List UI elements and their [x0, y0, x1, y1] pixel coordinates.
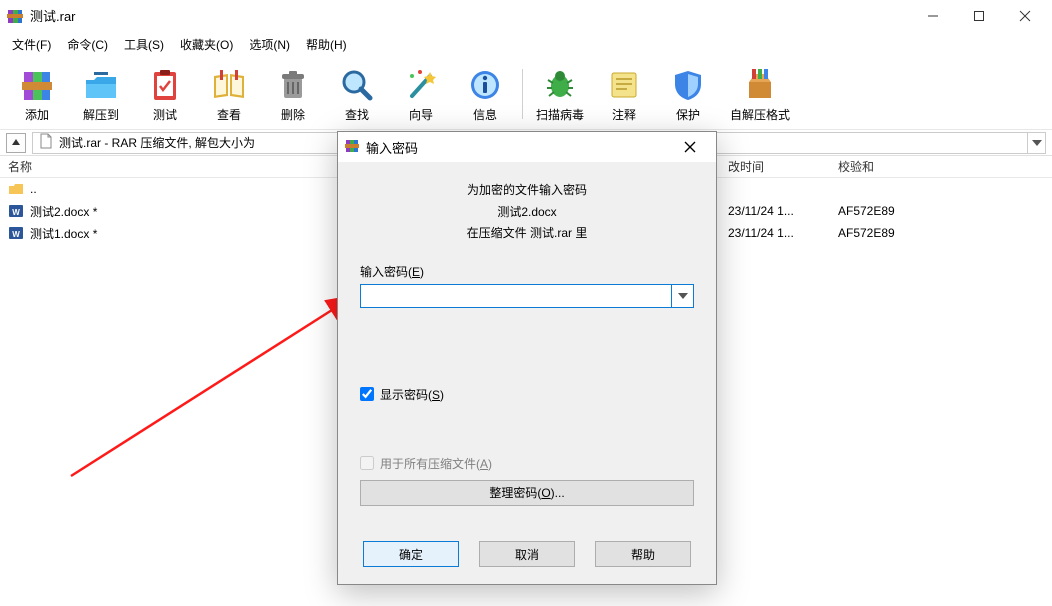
- file-crc: AF572E89: [830, 226, 960, 240]
- titlebar: 测试.rar: [0, 0, 1052, 32]
- tool-wizard[interactable]: 向导: [390, 60, 452, 128]
- help-button[interactable]: 帮助: [595, 541, 691, 567]
- col-name[interactable]: 名称: [0, 158, 340, 175]
- info-icon: [464, 66, 506, 104]
- file-time: 23/11/24 1...: [720, 226, 830, 240]
- tool-virus-label: 扫描病毒: [536, 106, 584, 123]
- shield-icon: [667, 66, 709, 104]
- show-password-checkbox[interactable]: [360, 387, 374, 401]
- password-input[interactable]: [360, 284, 672, 308]
- folder-up-icon: [8, 181, 24, 197]
- up-button[interactable]: [6, 133, 26, 153]
- wand-icon: [400, 66, 442, 104]
- dialog-body: 为加密的文件输入密码 测试2.docx 在压缩文件 测试.rar 里 输入密码(…: [338, 162, 716, 534]
- show-password-row[interactable]: 显示密码(S): [360, 386, 694, 403]
- menu-tools[interactable]: 工具(S): [116, 34, 172, 55]
- window-title: 测试.rar: [30, 6, 76, 25]
- menu-options[interactable]: 选项(N): [241, 34, 298, 55]
- menu-help[interactable]: 帮助(H): [298, 34, 355, 55]
- tool-view[interactable]: 查看: [198, 60, 260, 128]
- tool-info-label: 信息: [473, 106, 497, 123]
- bug-icon: [539, 66, 581, 104]
- dialog-prompt: 为加密的文件输入密码 测试2.docx 在压缩文件 测试.rar 里: [360, 180, 694, 245]
- minimize-button[interactable]: [910, 0, 956, 32]
- winrar-app-icon: [6, 7, 24, 25]
- show-password-label: 显示密码(S): [380, 386, 444, 403]
- file-name: ..: [30, 182, 37, 196]
- book-open-icon: [208, 66, 250, 104]
- tool-view-label: 查看: [217, 106, 241, 123]
- archive-add-icon: [16, 66, 58, 104]
- file-crc: AF572E89: [830, 204, 960, 218]
- password-label: 输入密码(E): [360, 263, 694, 280]
- dialog-line3: 在压缩文件 测试.rar 里: [360, 223, 694, 245]
- maximize-button[interactable]: [956, 0, 1002, 32]
- use-for-all-checkbox[interactable]: [360, 456, 374, 470]
- tool-test-label: 测试: [153, 106, 177, 123]
- use-for-all-label: 用于所有压缩文件(A): [380, 455, 492, 472]
- docx-icon: W: [8, 225, 24, 241]
- tool-info[interactable]: 信息: [454, 60, 516, 128]
- dialog-line2: 测试2.docx: [360, 202, 694, 224]
- tool-extract-label: 解压到: [83, 106, 119, 123]
- svg-text:W: W: [12, 208, 20, 217]
- tool-delete-label: 删除: [281, 106, 305, 123]
- menubar: 文件(F) 命令(C) 工具(S) 收藏夹(O) 选项(N) 帮助(H): [0, 32, 1052, 56]
- menu-file[interactable]: 文件(F): [4, 34, 59, 55]
- toolbar: 添加 解压到 测试: [0, 56, 1052, 130]
- docx-icon: W: [8, 203, 24, 219]
- tool-delete[interactable]: 删除: [262, 60, 324, 128]
- tool-comment-label: 注释: [612, 106, 636, 123]
- tool-find-label: 查找: [345, 106, 369, 123]
- tool-wizard-label: 向导: [409, 106, 433, 123]
- close-button[interactable]: [1002, 0, 1048, 32]
- col-crc[interactable]: 校验和: [830, 158, 960, 175]
- winrar-app-icon: [344, 138, 360, 157]
- trash-icon: [272, 66, 314, 104]
- dialog-close-button[interactable]: [670, 133, 710, 161]
- tool-protect-label: 保护: [676, 106, 700, 123]
- dialog-titlebar: 输入密码: [338, 132, 716, 162]
- tool-virus[interactable]: 扫描病毒: [529, 60, 591, 128]
- menu-command[interactable]: 命令(C): [59, 34, 116, 55]
- organize-passwords-button[interactable]: 整理密码(O)...: [360, 480, 694, 506]
- tool-find[interactable]: 查找: [326, 60, 388, 128]
- ok-button[interactable]: 确定: [363, 541, 459, 567]
- password-dialog: 输入密码 为加密的文件输入密码 测试2.docx 在压缩文件 测试.rar 里 …: [337, 131, 717, 585]
- password-dropdown[interactable]: [672, 284, 694, 308]
- file-time: 23/11/24 1...: [720, 204, 830, 218]
- tool-extract[interactable]: 解压到: [70, 60, 132, 128]
- cancel-button[interactable]: 取消: [479, 541, 575, 567]
- use-for-all-row[interactable]: 用于所有压缩文件(A): [360, 455, 694, 472]
- path-text: 测试.rar - RAR 压缩文件, 解包大小为: [59, 134, 255, 151]
- tool-test[interactable]: 测试: [134, 60, 196, 128]
- dialog-title: 输入密码: [366, 138, 418, 157]
- file-name: 测试2.docx *: [30, 203, 97, 220]
- dialog-button-bar: 确定 取消 帮助: [338, 534, 716, 584]
- toolbar-separator: [522, 69, 523, 119]
- col-time[interactable]: 改时间: [720, 158, 830, 175]
- document-icon: [39, 133, 53, 152]
- folder-extract-icon: [80, 66, 122, 104]
- file-name: 测试1.docx *: [30, 225, 97, 242]
- tool-add[interactable]: 添加: [6, 60, 68, 128]
- tool-sfx[interactable]: 自解压格式: [721, 60, 799, 128]
- box-icon: [739, 66, 781, 104]
- menu-fav[interactable]: 收藏夹(O): [172, 34, 241, 55]
- dialog-line1: 为加密的文件输入密码: [360, 180, 694, 202]
- clipboard-check-icon: [144, 66, 186, 104]
- path-dropdown[interactable]: [1028, 132, 1046, 154]
- tool-add-label: 添加: [25, 106, 49, 123]
- tool-comment[interactable]: 注释: [593, 60, 655, 128]
- note-icon: [603, 66, 645, 104]
- tool-sfx-label: 自解压格式: [730, 106, 790, 123]
- magnifier-icon: [336, 66, 378, 104]
- tool-protect[interactable]: 保护: [657, 60, 719, 128]
- svg-text:W: W: [12, 230, 20, 239]
